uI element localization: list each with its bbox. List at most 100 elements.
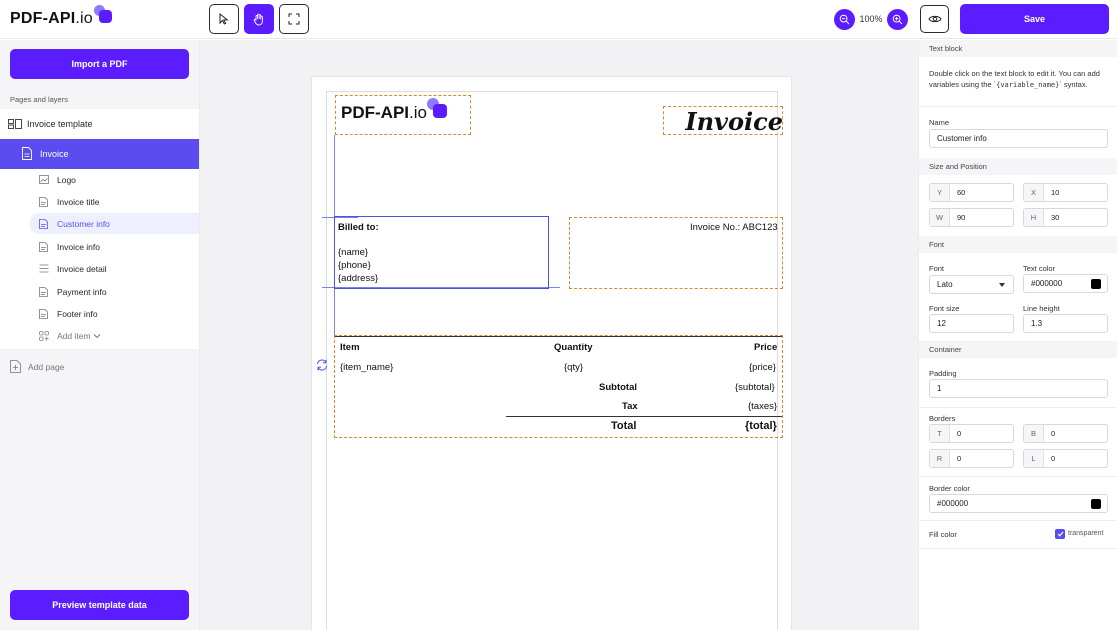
layer-logo[interactable]: Logo xyxy=(30,169,199,190)
fill-color-label: Fill color xyxy=(929,530,957,539)
invoice-number: Invoice No.: ABC123 xyxy=(690,222,778,233)
address-variable: {address} xyxy=(338,273,379,284)
add-item-label: Add item xyxy=(57,331,101,341)
page-icon xyxy=(22,147,32,160)
text-color-input[interactable]: #000000 xyxy=(1023,274,1108,293)
zoom-level: 100% xyxy=(859,14,883,24)
layer-invoice-detail[interactable]: Invoice detail xyxy=(30,258,199,279)
subtotal-variable: {subtotal} xyxy=(735,382,775,393)
template-row[interactable]: Invoice template xyxy=(0,109,199,139)
logo-text: PDF-API.io xyxy=(10,10,93,27)
x-prefix: X xyxy=(1024,184,1044,201)
t-prefix: T xyxy=(930,425,950,442)
eye-icon xyxy=(927,15,942,23)
invoice-logo-mark-icon xyxy=(426,98,451,122)
table-icon xyxy=(39,264,49,273)
template-label: Invoice template xyxy=(27,119,93,129)
import-pdf-button[interactable]: Import a PDF xyxy=(10,49,189,79)
font-value: Lato xyxy=(937,280,953,289)
font-size-label: Font size xyxy=(929,304,960,313)
page-label: Invoice xyxy=(40,149,69,159)
add-page-icon xyxy=(10,360,21,373)
preview-toggle-button[interactable] xyxy=(920,5,949,33)
text-block-icon xyxy=(39,197,48,207)
h-input[interactable]: H 30 xyxy=(1023,208,1108,227)
table-top-rule xyxy=(335,336,782,337)
line-height-input[interactable]: 1.3 xyxy=(1023,314,1108,333)
total-label: Total xyxy=(611,420,637,432)
add-item-button[interactable]: Add item xyxy=(30,325,199,346)
template-icon xyxy=(8,119,22,129)
w-input[interactable]: W 90 xyxy=(929,208,1014,227)
padding-input[interactable]: 1 xyxy=(929,379,1108,398)
qty-variable: {qty} xyxy=(564,362,584,373)
preview-template-data-button[interactable]: Preview template data xyxy=(10,590,189,620)
zoom-out-button[interactable] xyxy=(834,8,855,30)
border-left-input[interactable]: L0 xyxy=(1023,449,1108,468)
save-button[interactable]: Save xyxy=(960,4,1109,34)
name-label: Name xyxy=(929,118,950,127)
b-value: 0 xyxy=(1051,429,1056,438)
layer-label: Invoice title xyxy=(57,197,100,207)
size-position-heading: Size and Position xyxy=(919,158,1117,175)
layer-label: Footer info xyxy=(57,309,98,319)
r-value: 0 xyxy=(957,454,962,463)
font-select[interactable]: Lato xyxy=(929,275,1014,294)
name-input[interactable]: Customer info xyxy=(929,129,1108,148)
taxes-variable: {taxes} xyxy=(748,401,778,412)
layer-footer-info[interactable]: Footer info xyxy=(30,303,199,324)
expand-icon xyxy=(288,13,300,25)
y-input[interactable]: Y 60 xyxy=(929,183,1014,202)
rotate-icon[interactable] xyxy=(315,358,329,372)
x-input[interactable]: X 10 xyxy=(1023,183,1108,202)
page-row-invoice[interactable]: Invoice xyxy=(0,139,199,169)
border-color-label: Border color xyxy=(929,484,970,493)
editor-canvas[interactable]: PDF-API.io Invoice Billed to: {name} {ph… xyxy=(200,40,918,630)
layer-invoice-info[interactable]: Invoice info xyxy=(30,236,199,257)
w-prefix: W xyxy=(930,209,950,226)
select-tool-button[interactable] xyxy=(209,4,239,34)
x-value: 10 xyxy=(1051,188,1060,197)
pages-layers-title: Pages and layers xyxy=(10,95,68,104)
font-heading: Font xyxy=(919,236,1117,253)
border-right-input[interactable]: R0 xyxy=(929,449,1014,468)
layer-customer-info[interactable]: Customer info xyxy=(30,213,199,234)
tax-label: Tax xyxy=(622,401,638,412)
cursor-icon xyxy=(219,13,229,25)
l-prefix: L xyxy=(1024,450,1044,467)
add-page-button[interactable]: Add page xyxy=(10,360,64,373)
left-sidebar: Import a PDF Pages and layers Invoice te… xyxy=(0,40,200,630)
transparent-checkbox[interactable] xyxy=(1055,529,1065,539)
border-bottom-input[interactable]: B0 xyxy=(1023,424,1108,443)
fit-screen-button[interactable] xyxy=(279,4,309,34)
font-size-input[interactable]: 12 xyxy=(929,314,1014,333)
border-top-input[interactable]: T0 xyxy=(929,424,1014,443)
layer-payment-info[interactable]: Payment info xyxy=(30,281,199,302)
zoom-control: 100% xyxy=(834,8,908,30)
layer-invoice-title[interactable]: Invoice title xyxy=(30,191,199,212)
text-block-icon xyxy=(39,287,48,297)
hand-icon xyxy=(253,13,263,25)
zoom-in-button[interactable] xyxy=(887,8,908,30)
y-prefix: Y xyxy=(930,184,950,201)
l-value: 0 xyxy=(1051,454,1056,463)
add-page-label: Add page xyxy=(28,361,65,372)
invoice-logo: PDF-API.io xyxy=(341,98,451,123)
text-block-icon xyxy=(39,242,48,252)
col-price-header: Price xyxy=(754,342,778,353)
checkmark-icon xyxy=(1057,531,1063,537)
h-prefix: H xyxy=(1024,209,1044,226)
app-logo[interactable]: PDF-API.io xyxy=(10,5,116,32)
pdf-page[interactable]: PDF-API.io Invoice Billed to: {name} {ph… xyxy=(311,76,792,630)
text-block-icon xyxy=(39,309,48,319)
zoom-out-icon xyxy=(839,14,850,24)
text-block-icon xyxy=(39,219,48,229)
total-variable: {total} xyxy=(745,420,777,432)
border-color-swatch[interactable] xyxy=(1091,499,1101,509)
name-variable: {name} xyxy=(338,247,369,258)
hand-tool-button[interactable] xyxy=(244,4,274,34)
divider xyxy=(919,407,1117,408)
text-color-swatch[interactable] xyxy=(1091,279,1101,289)
font-label: Font xyxy=(929,264,945,273)
border-color-input[interactable]: #000000 xyxy=(929,494,1108,513)
